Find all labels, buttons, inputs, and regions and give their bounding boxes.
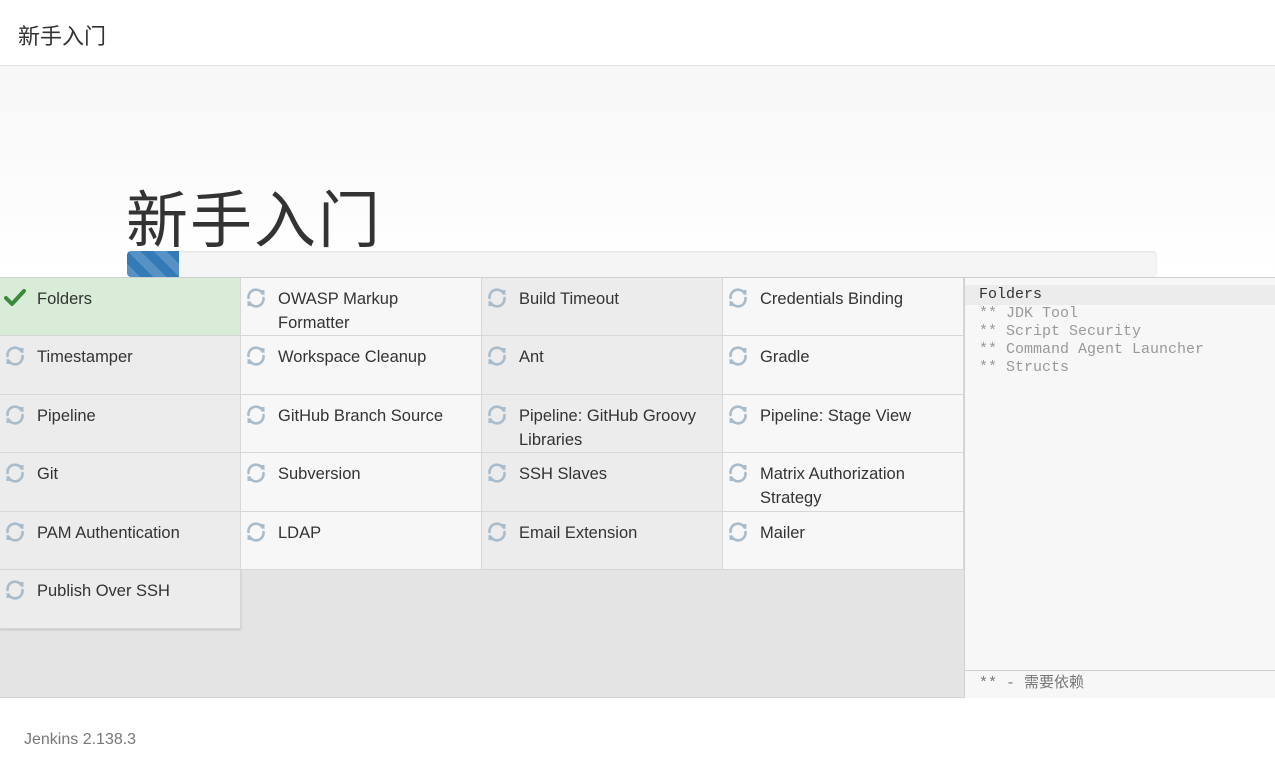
plugin-tile: Pipeline: [0, 395, 241, 453]
plugin-tile: Pipeline: GitHub Groovy Libraries: [482, 395, 723, 453]
plugin-tile: Workspace Cleanup: [241, 336, 482, 395]
refresh-icon: [727, 462, 749, 484]
plugin-name: OWASP Markup Formatter: [278, 290, 399, 332]
plugin-tile: Matrix Authorization Strategy: [723, 453, 964, 512]
plugin-name: Pipeline: GitHub Groovy Libraries: [519, 407, 696, 449]
refresh-icon: [245, 287, 267, 309]
jenkins-version: Jenkins 2.138.3: [24, 731, 137, 748]
plugin-name: Email Extension: [519, 524, 638, 542]
refresh-icon: [4, 404, 26, 426]
plugin-name: Folders: [37, 290, 93, 308]
plugin-tile: Folders: [0, 278, 241, 336]
plugin-tile: Git: [0, 453, 241, 512]
plugin-name: Gradle: [760, 348, 810, 366]
plugin-name: Ant: [519, 348, 544, 366]
check-icon: [4, 287, 26, 309]
refresh-icon: [727, 287, 749, 309]
plugin-tile: Pipeline: Stage View: [723, 395, 964, 453]
plugin-name: SSH Slaves: [519, 465, 608, 483]
app-title: 新手入门: [18, 25, 107, 50]
plugin-tile: SSH Slaves: [482, 453, 723, 512]
refresh-icon: [4, 462, 26, 484]
refresh-icon: [486, 521, 508, 543]
plugin-name: Timestamper: [37, 348, 133, 366]
plugin-name: Pipeline: Stage View: [760, 407, 912, 425]
log-dependency: ** JDK Tool: [979, 305, 1079, 322]
refresh-icon: [245, 462, 267, 484]
top-bar: 新手入门: [0, 0, 1275, 66]
refresh-icon: [727, 345, 749, 367]
log-legend: ** - 需要依赖: [965, 670, 1275, 698]
log-dependency: ** Script Security: [979, 323, 1142, 340]
log-dependency: ** Structs: [979, 359, 1070, 376]
refresh-icon: [4, 345, 26, 367]
refresh-icon: [727, 521, 749, 543]
refresh-icon: [486, 345, 508, 367]
log-current-plugin: Folders: [965, 285, 1275, 305]
refresh-icon: [486, 404, 508, 426]
hero-section: 新手入门: [0, 66, 1275, 277]
plugin-tile: Mailer: [723, 512, 964, 570]
plugin-tile: Email Extension: [482, 512, 723, 570]
refresh-icon: [4, 521, 26, 543]
plugin-tile: Credentials Binding: [723, 278, 964, 336]
plugin-name: Workspace Cleanup: [278, 348, 427, 366]
plugin-tile: LDAP: [241, 512, 482, 570]
plugin-name: Matrix Authorization Strategy: [760, 465, 905, 507]
plugin-name: PAM Authentication: [37, 524, 180, 542]
plugin-grid: Folders OWASP Markup Formatter Build Timeo…: [0, 278, 964, 698]
refresh-icon: [486, 462, 508, 484]
log-dependency: ** Command Agent Launcher: [979, 341, 1205, 358]
plugin-tile: Subversion: [241, 453, 482, 512]
plugin-name: LDAP: [278, 524, 322, 542]
refresh-icon: [4, 579, 26, 601]
page-title: 新手入门: [126, 184, 383, 257]
plugin-name: GitHub Branch Source: [278, 407, 444, 425]
plugin-tile: Ant: [482, 336, 723, 395]
plugin-name: Mailer: [760, 524, 805, 542]
plugin-tile: Timestamper: [0, 336, 241, 395]
plugin-name: Subversion: [278, 465, 361, 483]
plugin-tile: GitHub Branch Source: [241, 395, 482, 453]
plugin-tile: OWASP Markup Formatter: [241, 278, 482, 336]
refresh-icon: [245, 345, 267, 367]
install-log: Folders ** JDK Tool ** Script Security ** …: [964, 278, 1275, 698]
plugin-tile: PAM Authentication: [0, 512, 241, 570]
plugin-tile: Gradle: [723, 336, 964, 395]
plugin-name: Build Timeout: [519, 290, 619, 308]
plugin-name: Publish Over SSH: [37, 582, 170, 600]
plugin-tile: Publish Over SSH: [0, 570, 241, 629]
install-progress-bar: [127, 251, 1157, 277]
plugin-tile: Build Timeout: [482, 278, 723, 336]
install-progress-fill: [127, 251, 179, 277]
plugin-install-panel: Folders OWASP Markup Formatter Build Timeo…: [0, 277, 1275, 698]
plugin-name: Git: [37, 465, 59, 483]
refresh-icon: [245, 521, 267, 543]
plugin-name: Pipeline: [37, 407, 96, 425]
refresh-icon: [727, 404, 749, 426]
refresh-icon: [486, 287, 508, 309]
refresh-icon: [245, 404, 267, 426]
plugin-name: Credentials Binding: [760, 290, 904, 308]
